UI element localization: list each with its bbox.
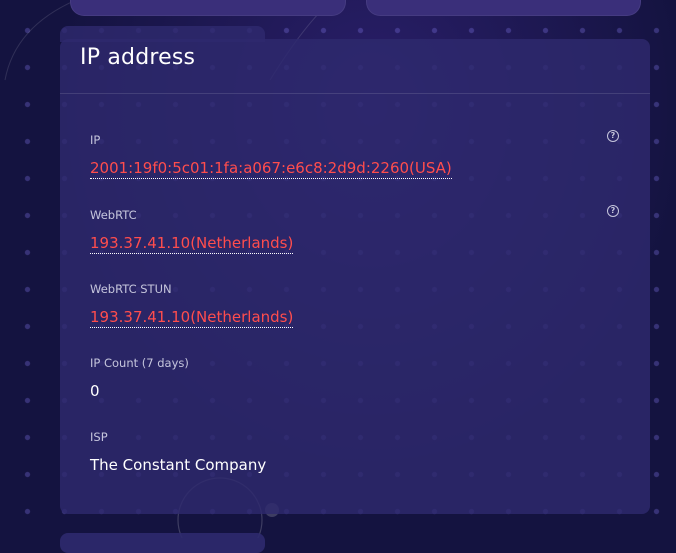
isp-value: The Constant Company [90,456,267,474]
webrtc-label: WebRTC [90,208,137,222]
top-card-left [70,0,346,16]
ip-label: IP [90,133,101,147]
ip-count-value: 0 [90,382,100,400]
ip-value-link[interactable]: 2001:19f0:5c01:1fa:a067:e6c8:2d9d:2260(U… [90,159,452,179]
ip-address-panel: IP address IP ? 2001:19f0:5c01:1fa:a067:… [60,39,650,514]
bottom-card [60,533,265,553]
isp-label: ISP [90,430,108,444]
panel-title: IP address [80,45,196,70]
ip-count-label: IP Count (7 days) [90,356,189,370]
webrtc-value-link[interactable]: 193.37.41.10(Netherlands) [90,234,294,254]
webrtc-stun-label: WebRTC STUN [90,282,172,296]
question-circle-icon[interactable]: ? [607,130,619,142]
question-circle-icon[interactable]: ? [607,205,619,217]
webrtc-stun-value-link[interactable]: 193.37.41.10(Netherlands) [90,308,294,328]
top-card-right [366,0,641,16]
panel-divider [60,93,650,94]
